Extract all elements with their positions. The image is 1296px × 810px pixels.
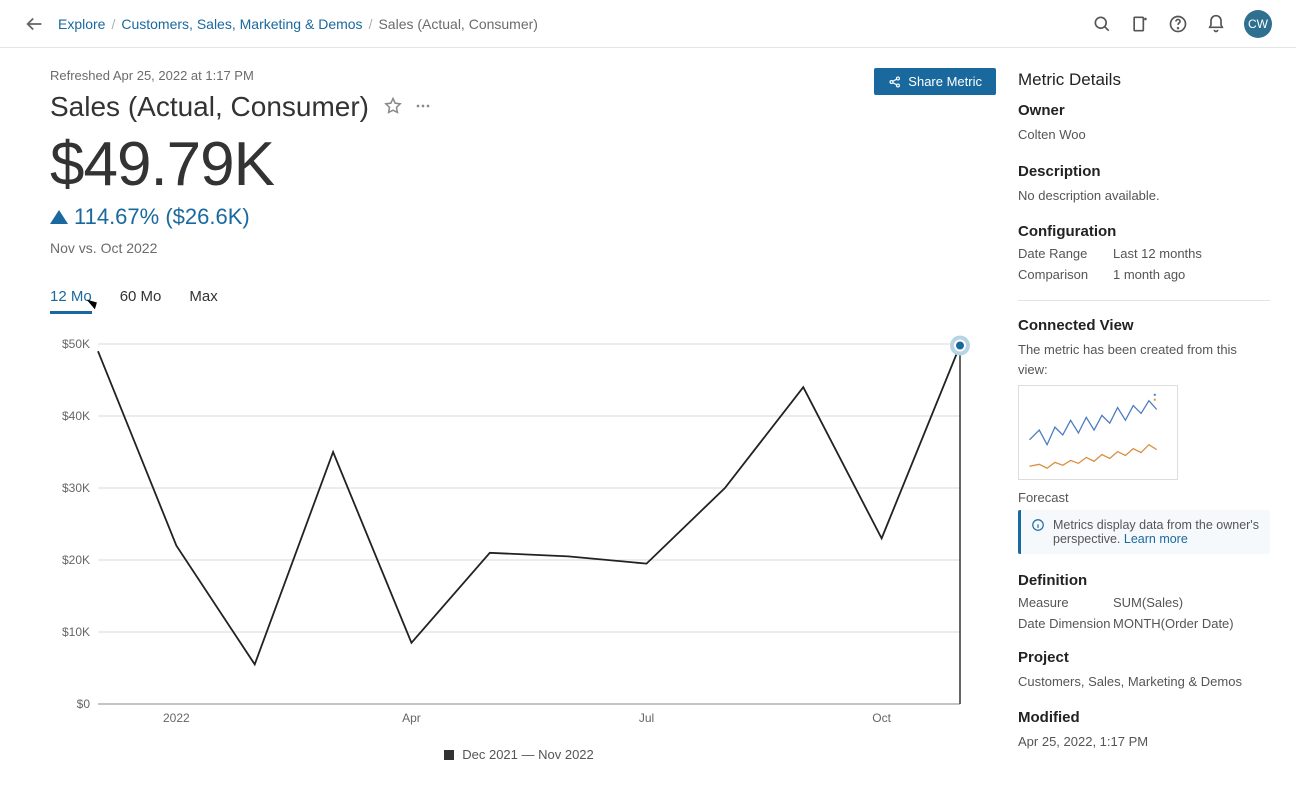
topbar-right: CW	[1092, 10, 1272, 38]
measure-key: Measure	[1018, 595, 1113, 610]
avatar[interactable]: CW	[1244, 10, 1272, 38]
chart-area: $0 $10K $20K $30K $40K $50K 2022 Apr Jul Oct	[50, 334, 988, 737]
page-title: Sales (Actual, Consumer)	[50, 91, 369, 123]
more-icon[interactable]	[413, 96, 433, 119]
sidebar: Metric Details Owner Colten Woo Descript…	[1018, 48, 1296, 810]
description-text: No description available.	[1018, 186, 1270, 206]
tab-12mo[interactable]: 12 Mo	[50, 288, 92, 314]
description-heading: Description	[1018, 163, 1270, 180]
breadcrumb-current: Sales (Actual, Consumer)	[378, 16, 538, 32]
compare-label: Nov vs. Oct 2022	[50, 240, 988, 256]
title-actions	[383, 96, 433, 119]
connected-view-text: The metric has been created from this vi…	[1018, 340, 1270, 379]
svg-text:$20K: $20K	[62, 553, 90, 567]
metric-value: $49.79K	[50, 129, 988, 200]
search-icon[interactable]	[1092, 14, 1112, 34]
tab-60mo[interactable]: 60 Mo	[120, 288, 162, 314]
new-item-icon[interactable]	[1130, 14, 1150, 34]
section-owner: Owner Colten Woo	[1018, 102, 1270, 145]
content: Share Metric Refreshed Apr 25, 2022 at 1…	[0, 48, 1296, 810]
definition-heading: Definition	[1018, 572, 1270, 589]
help-icon[interactable]	[1168, 14, 1188, 34]
share-label: Share Metric	[908, 74, 982, 89]
section-modified: Modified Apr 25, 2022, 1:17 PM	[1018, 709, 1270, 752]
share-metric-button[interactable]: Share Metric	[874, 68, 996, 95]
breadcrumb-root[interactable]: Explore	[58, 16, 105, 32]
date-range-value: Last 12 months	[1113, 246, 1202, 261]
svg-text:$40K: $40K	[62, 409, 90, 423]
date-dim-value: MONTH(Order Date)	[1113, 616, 1234, 631]
row-date-dimension: Date Dimension MONTH(Order Date)	[1018, 616, 1270, 631]
topbar: Explore / Customers, Sales, Marketing & …	[0, 0, 1296, 48]
title-row: Sales (Actual, Consumer)	[50, 91, 988, 123]
connected-view-thumbnail[interactable]	[1018, 385, 1178, 480]
svg-text:$0: $0	[77, 697, 91, 711]
info-icon	[1031, 518, 1045, 546]
measure-value: SUM(Sales)	[1113, 595, 1183, 610]
svg-text:$50K: $50K	[62, 337, 90, 351]
breadcrumb-sep: /	[369, 16, 373, 32]
learn-more-link[interactable]: Learn more	[1124, 532, 1188, 546]
date-dim-key: Date Dimension	[1018, 616, 1113, 631]
comparison-value: 1 month ago	[1113, 267, 1185, 282]
project-heading: Project	[1018, 649, 1270, 666]
breadcrumb-parent[interactable]: Customers, Sales, Marketing & Demos	[121, 16, 362, 32]
star-icon[interactable]	[383, 96, 403, 119]
comparison-key: Comparison	[1018, 267, 1113, 282]
svg-text:$30K: $30K	[62, 481, 90, 495]
svg-text:Apr: Apr	[402, 711, 421, 725]
legend-label: Dec 2021 — Nov 2022	[462, 747, 594, 762]
delta-text: 114.67% ($26.6K)	[74, 204, 250, 230]
range-tabs: 12 Mo 60 Mo Max	[50, 288, 988, 314]
refreshed-text: Refreshed Apr 25, 2022 at 1:17 PM	[50, 68, 988, 83]
section-connected-view: Connected View The metric has been creat…	[1018, 317, 1270, 554]
svg-text:$10K: $10K	[62, 625, 90, 639]
owner-heading: Owner	[1018, 102, 1270, 119]
back-button[interactable]	[24, 13, 46, 35]
project-link[interactable]: Customers, Sales, Marketing & Demos	[1018, 672, 1270, 692]
svg-text:Jul: Jul	[639, 711, 654, 725]
sidebar-header: Metric Details	[1018, 70, 1270, 90]
configuration-heading: Configuration	[1018, 223, 1270, 240]
section-configuration: Configuration Date Range Last 12 months …	[1018, 223, 1270, 282]
modified-value: Apr 25, 2022, 1:17 PM	[1018, 732, 1270, 752]
delta-row: 114.67% ($26.6K)	[50, 204, 988, 230]
metric-line-chart[interactable]: $0 $10K $20K $30K $40K $50K 2022 Apr Jul Oct	[50, 334, 980, 734]
svg-text:2022: 2022	[163, 711, 190, 725]
svg-text:Oct: Oct	[872, 711, 891, 725]
main-panel: Share Metric Refreshed Apr 25, 2022 at 1…	[0, 48, 1018, 810]
section-definition: Definition Measure SUM(Sales) Date Dimen…	[1018, 572, 1270, 631]
up-triangle-icon	[50, 210, 68, 224]
topbar-left: Explore / Customers, Sales, Marketing & …	[24, 13, 538, 35]
divider	[1018, 300, 1270, 301]
chart-legend: Dec 2021 — Nov 2022	[50, 747, 988, 762]
legend-swatch	[444, 750, 454, 760]
date-range-key: Date Range	[1018, 246, 1113, 261]
bell-icon[interactable]	[1206, 14, 1226, 34]
row-date-range: Date Range Last 12 months	[1018, 246, 1270, 261]
row-comparison: Comparison 1 month ago	[1018, 267, 1270, 282]
breadcrumb: Explore / Customers, Sales, Marketing & …	[58, 16, 538, 32]
row-measure: Measure SUM(Sales)	[1018, 595, 1270, 610]
callout-body: Metrics display data from the owner's pe…	[1053, 518, 1260, 546]
modified-heading: Modified	[1018, 709, 1270, 726]
section-description: Description No description available.	[1018, 163, 1270, 206]
connected-view-heading: Connected View	[1018, 317, 1270, 334]
forecast-link[interactable]: Forecast	[1018, 488, 1270, 508]
breadcrumb-sep: /	[111, 16, 115, 32]
owner-link[interactable]: Colten Woo	[1018, 125, 1270, 145]
info-callout: Metrics display data from the owner's pe…	[1018, 510, 1270, 554]
section-project: Project Customers, Sales, Marketing & De…	[1018, 649, 1270, 692]
tab-max[interactable]: Max	[189, 288, 217, 314]
